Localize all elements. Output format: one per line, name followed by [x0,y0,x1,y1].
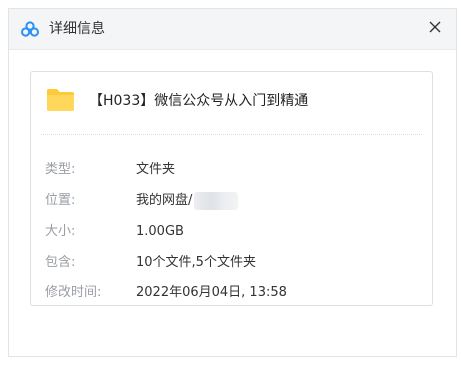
location-path: 我的网盘/ [136,193,193,208]
modified-label: 修改时间: [45,285,102,300]
size-value: 1.00GB [136,224,184,239]
contains-label: 包含: [45,255,76,270]
title-bar: 详细信息 [9,9,456,50]
cloud-drive-logo-icon [21,21,39,37]
info-panel: 【H033】微信公众号从入门到精通 类型: 文件夹 位置: 我的网盘/ 大小: … [30,71,433,306]
type-value: 文件夹 [136,162,176,177]
location-value[interactable]: 我的网盘/ [136,192,239,210]
redacted-path-segment [194,192,239,210]
location-label: 位置: [45,193,76,208]
folder-icon [47,89,74,111]
size-label: 大小: [45,224,76,239]
modified-value: 2022年06月04日, 13:58 [136,285,287,300]
divider [41,134,422,135]
item-name: 【H033】微信公众号从入门到精通 [89,93,309,109]
close-icon[interactable] [424,16,446,38]
details-dialog: 详细信息 【H033】微信公众号从入门到精通 类型: 文件夹 位置: 我的网盘/… [8,8,457,357]
dialog-title: 详细信息 [49,21,105,37]
contains-value: 10个文件,5个文件夹 [136,255,256,270]
type-label: 类型: [45,162,76,177]
